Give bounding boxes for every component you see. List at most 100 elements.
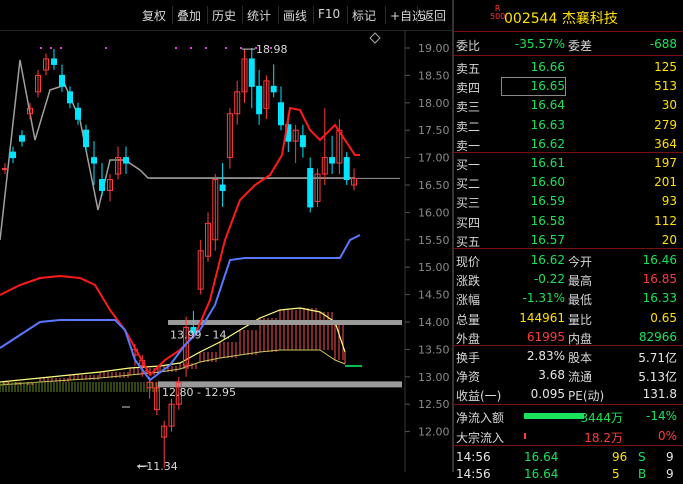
sell-price[interactable]: 16.64 (531, 98, 565, 112)
candle-body (299, 135, 306, 148)
buy-volume: 201 (654, 175, 677, 190)
tick-count: 9 (666, 467, 674, 481)
stats-value-2: 5.13亿 (638, 370, 677, 385)
toolbar-separator (172, 6, 173, 24)
quote-label: 涨幅 (456, 293, 481, 308)
stats-label: 净资 (456, 370, 481, 385)
buy-label: 买四 (456, 215, 481, 230)
flow-bar (524, 413, 584, 419)
buy-price[interactable]: 16.57 (531, 233, 565, 247)
stats-label: 换手 (456, 351, 481, 365)
buy-price[interactable]: 16.59 (531, 194, 565, 208)
stats-row: 净资 3.68 流通 5.13亿 (454, 365, 683, 385)
price-tick-label: 14.50 (418, 289, 450, 302)
tick-price: 16.64 (524, 467, 559, 481)
candle-body (2, 168, 8, 171)
toolbar-button-1[interactable]: 叠加 (177, 7, 201, 24)
flow-row: 大宗流入 18.2万 0% (454, 426, 683, 446)
diamond-icon (369, 32, 381, 44)
candle-body (59, 74, 65, 87)
flow-value: -3444万 (576, 411, 623, 425)
price-tick-label: 19.00 (418, 42, 450, 55)
flow-percent: -14% (645, 409, 677, 423)
stats-value: 0.095 (530, 387, 565, 402)
stats-label-2: PE(动) (568, 389, 605, 404)
flow-row: 净流入额 -3444万 -14% (454, 406, 683, 426)
price-tick-label: 16.00 (418, 206, 450, 219)
sell-row: 卖五 16.66 125 (454, 57, 683, 77)
toolbar-button-6[interactable]: 标记 (352, 7, 376, 24)
stats-label: 收益(一) (456, 389, 502, 404)
candle-body (83, 129, 89, 148)
sell-volume: 513 (654, 79, 677, 94)
quote-label-2: 量比 (568, 312, 593, 327)
quote-row: 现价 16.62 今开 16.46 (454, 250, 683, 270)
tick-time: 14:56 (456, 450, 491, 464)
toolbar-separator (278, 6, 279, 24)
toolbar-button-5[interactable]: F10 (318, 7, 340, 21)
stats-value: 3.68 (538, 368, 565, 383)
stats-row: 收益(一) 0.095 PE(动) 131.8 (454, 384, 683, 404)
candle-body (270, 85, 277, 93)
candle-body (123, 157, 129, 164)
candle-body (91, 157, 97, 164)
buy-price[interactable]: 16.61 (531, 156, 565, 170)
signal-dot (40, 47, 42, 49)
sell-price[interactable]: 16.63 (531, 118, 565, 132)
sell-label: 卖三 (456, 100, 481, 115)
kline-chart-svg[interactable]: 19.00 18.50 18.00 17.50 17.00 16.50 16.00 15.50… (0, 30, 452, 472)
stock-header: R 500 002544 杰襄科技 (454, 0, 683, 30)
buy-price[interactable]: 16.58 (531, 214, 565, 228)
toolbar-button-3[interactable]: 统计 (247, 7, 271, 24)
signal-dot (190, 47, 192, 49)
tick-volume: 96 (612, 450, 628, 464)
quote-value: 144961 (519, 310, 565, 325)
candle-body (343, 157, 350, 181)
candle-body (99, 179, 105, 191)
buy-row: 买一 16.61 197 (454, 153, 683, 173)
sell-label: 卖四 (456, 81, 481, 96)
flow-value: 18.2万 (584, 431, 623, 445)
buy-label: 买一 (456, 158, 481, 172)
toolbar-separator (242, 6, 243, 24)
stats-label-2: 流通 (568, 370, 593, 385)
quote-value-2: 16.85 (642, 272, 677, 287)
sell-price[interactable]: 16.62 (531, 137, 565, 151)
stats-value: 2.83% (526, 349, 565, 363)
flow-bar (524, 433, 526, 439)
toolbar-button-7[interactable]: +自选 (390, 7, 424, 24)
signal-dot (175, 47, 177, 49)
sell-label: 卖二 (456, 119, 481, 134)
quote-row: 涨跌 -0.22 最高 16.85 (454, 269, 683, 289)
stats-value-2: 131.8 (642, 387, 677, 402)
toolbar-button-8[interactable]: 返回 (422, 7, 446, 24)
sell-price[interactable]: 16.66 (531, 60, 565, 74)
toolbar-button-2[interactable]: 历史 (212, 7, 236, 24)
stock-title[interactable]: 002544 杰襄科技 (504, 8, 618, 28)
tick-count: 9 (666, 450, 674, 464)
sell-row: 卖四 16.65 513 (454, 76, 683, 97)
toolbar-button-0[interactable]: 复权 (142, 7, 166, 24)
quote-label-2: 今开 (568, 255, 593, 269)
tick-row: 14:56 16.64 5 B 9 (454, 464, 683, 484)
tick-volume: 5 (612, 467, 620, 481)
tick-price: 16.64 (524, 450, 559, 464)
buy-price[interactable]: 16.60 (531, 175, 565, 189)
flow-label: 净流入额 (456, 411, 505, 425)
candle-body (329, 157, 336, 164)
signal-dot (205, 47, 207, 49)
quote-label: 涨跌 (456, 274, 481, 289)
toolbar-button-4[interactable]: 画线 (283, 7, 307, 24)
sell-price[interactable]: 16.65 (531, 79, 565, 93)
buy-row: 买四 16.58 112 (454, 211, 683, 231)
tick-direction: S (638, 450, 646, 464)
flow-divider (454, 445, 683, 446)
quote-value-2: 16.46 (642, 253, 677, 267)
quote-value-2: 16.33 (642, 291, 677, 306)
flow-label: 大宗流入 (456, 431, 505, 445)
kline-chart[interactable]: 19.00 18.50 18.00 17.50 17.00 16.50 16.00 15.50… (0, 30, 452, 472)
buy-volume: 197 (654, 156, 677, 170)
price-tick-label: 16.50 (418, 179, 450, 192)
quote-value: 16.62 (530, 253, 565, 267)
signal-dot (50, 47, 52, 49)
